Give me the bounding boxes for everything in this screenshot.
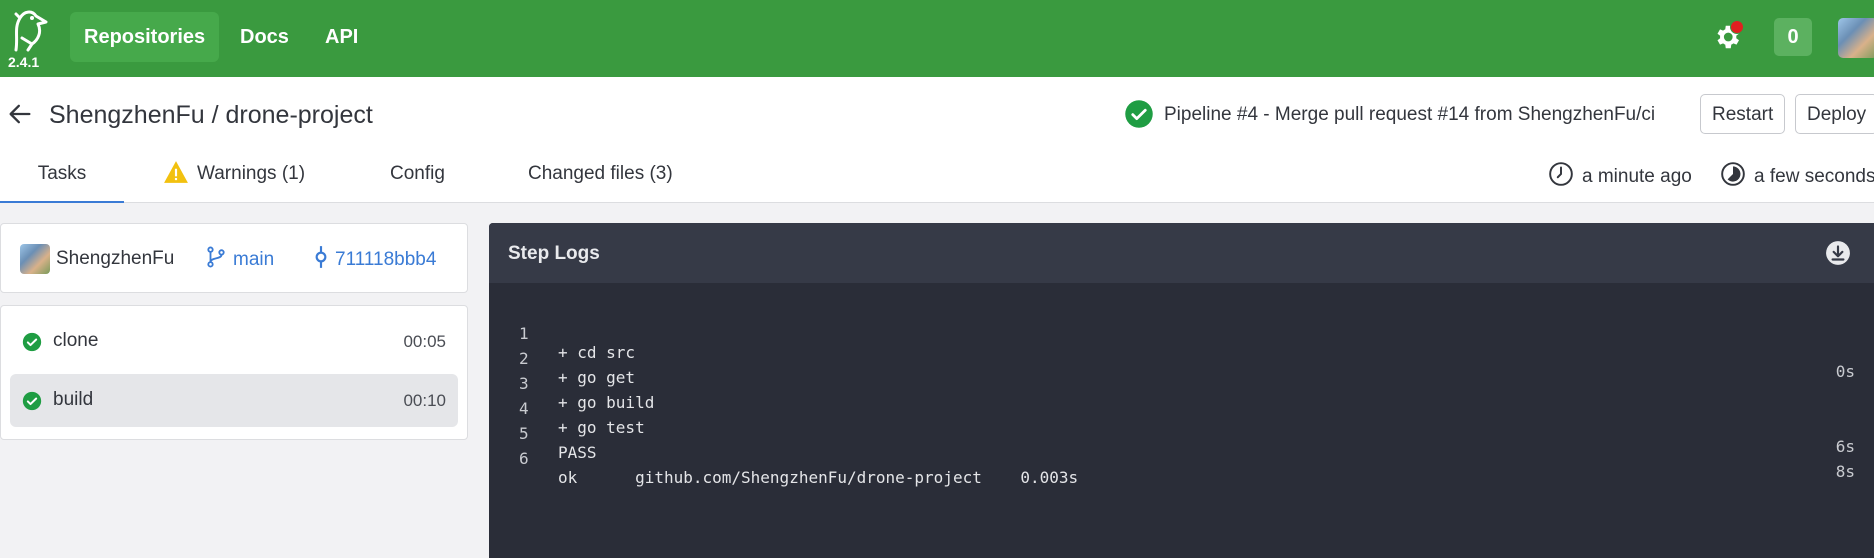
commit-sha: 711118bbb4	[335, 249, 437, 270]
check-circle-icon	[22, 332, 42, 352]
log-line: 4 + go test 6s	[489, 380, 1874, 456]
log-line: 6 ok github.com/ShengzhenFu/drone-projec…	[489, 430, 1874, 487]
download-logs-button[interactable]	[1825, 240, 1851, 266]
branch-label: main	[233, 249, 275, 270]
step-duration: 00:10	[403, 391, 446, 410]
log-line: 5 PASS 8s	[489, 405, 1874, 481]
download-icon	[1826, 241, 1850, 265]
step-logs-panel: Step Logs 1 + cd src 0s 2 + go get 3 + g…	[489, 223, 1874, 558]
user-avatar[interactable]	[1838, 18, 1874, 58]
settings-button[interactable]	[1712, 20, 1744, 52]
step-name: build	[53, 389, 94, 410]
commit-author: ShengzhenFu	[56, 248, 175, 269]
version-label: 2.4.1	[8, 54, 40, 70]
tab-warnings[interactable]: Warnings (1)	[163, 156, 305, 201]
pipeline-status	[1124, 99, 1154, 129]
steps-list: clone 00:05 build 00:10	[0, 305, 468, 440]
created-time: a minute ago	[1548, 161, 1692, 188]
log-line: 3 + go build	[489, 355, 1874, 412]
branch-icon	[207, 246, 225, 268]
log-line-time: 8s	[1835, 462, 1855, 481]
log-line: 2 + go get	[489, 330, 1874, 387]
tab-config-label: Config	[390, 163, 445, 184]
tab-config[interactable]: Config	[390, 156, 445, 201]
log-line-text: ok github.com/ShengzhenFu/drone-project …	[558, 468, 1079, 487]
warning-icon	[164, 161, 188, 183]
notification-dot	[1730, 20, 1744, 34]
nav-docs[interactable]: Docs	[226, 12, 303, 62]
created-time-label: a minute ago	[1582, 166, 1692, 187]
repo-title[interactable]: ShengzhenFu / drone-project	[49, 101, 373, 130]
tab-warnings-label: Warnings (1)	[197, 163, 306, 184]
nav-repositories[interactable]: Repositories	[70, 12, 220, 62]
timelapse-icon	[1721, 162, 1745, 186]
branch-link[interactable]: main	[205, 244, 274, 271]
duration-time-label: a few seconds	[1754, 166, 1874, 187]
check-circle-icon	[22, 391, 42, 411]
step-logs-header: Step Logs	[489, 223, 1874, 283]
woodpecker-icon	[14, 10, 48, 52]
restart-button[interactable]: Restart	[1700, 94, 1786, 134]
commit-icon	[315, 246, 327, 268]
step-name: clone	[53, 330, 99, 351]
tab-tasks-label: Tasks	[37, 163, 87, 184]
back-button[interactable]	[6, 100, 34, 128]
tab-changed-files-label: Changed files (3)	[528, 163, 673, 184]
author-avatar	[20, 244, 50, 274]
arrow-left-icon	[9, 104, 31, 124]
step-build[interactable]: build 00:10	[10, 374, 458, 427]
commit-link[interactable]: 711118bbb4	[313, 244, 436, 271]
running-count-badge[interactable]: 0	[1774, 18, 1812, 56]
tab-tasks[interactable]: Tasks	[0, 156, 124, 203]
tab-changed-files[interactable]: Changed files (3)	[528, 156, 673, 201]
deploy-button[interactable]: Deploy	[1795, 94, 1874, 134]
step-duration: 00:05	[403, 332, 446, 351]
top-navbar: 2.4.1 Repositories Docs API 0	[0, 0, 1874, 77]
step-logs-title: Step Logs	[508, 243, 600, 264]
step-clone[interactable]: clone 00:05	[10, 315, 458, 368]
woodpecker-logo[interactable]: 2.4.1	[6, 8, 50, 70]
clock-icon	[1549, 162, 1573, 186]
check-circle-icon	[1125, 100, 1153, 128]
log-line-number: 6	[519, 449, 529, 468]
pipeline-title: Pipeline #4 - Merge pull request #14 fro…	[1164, 104, 1656, 125]
log-line: 1 + cd src 0s	[489, 305, 1874, 381]
duration-time: a few seconds	[1720, 161, 1874, 188]
pipeline-header: ShengzhenFu / drone-project Pipeline #4 …	[0, 77, 1874, 203]
commit-info-card: ShengzhenFu main 711118bbb4	[0, 223, 468, 293]
nav-api[interactable]: API	[311, 12, 372, 62]
